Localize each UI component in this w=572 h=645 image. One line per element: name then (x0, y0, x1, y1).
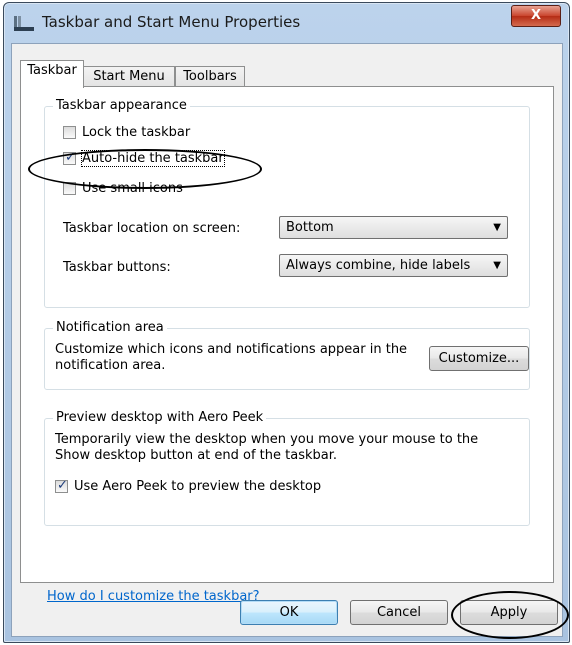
tab-toolbars[interactable]: Toolbars (175, 66, 245, 87)
taskbar-buttons-value: Always combine, hide labels (286, 258, 471, 273)
dialog-body: Taskbar Start Menu Toolbars Taskbar appe… (11, 43, 563, 637)
location-value: Bottom (286, 220, 334, 235)
taskbar-buttons-dropdown[interactable]: Always combine, hide labels ▼ (279, 254, 508, 277)
lock-taskbar-option[interactable]: Lock the taskbar (63, 123, 190, 141)
notification-area-title: Notification area (53, 320, 167, 335)
auto-hide-checkbox[interactable]: ✓ (63, 149, 76, 165)
aero-peek-title: Preview desktop with Aero Peek (53, 410, 267, 425)
tab-start-menu[interactable]: Start Menu (83, 66, 175, 87)
tab-toolbars-label: Toolbars (183, 69, 237, 84)
lock-taskbar-checkbox[interactable] (63, 125, 76, 139)
dropdown-arrow-icon: ▼ (493, 260, 501, 271)
window-title: Taskbar and Start Menu Properties (42, 13, 301, 31)
apply-button[interactable]: Apply (460, 600, 558, 625)
auto-hide-option[interactable]: ✓ Auto-hide the taskbar (63, 149, 225, 167)
tab-taskbar-label: Taskbar (27, 63, 77, 78)
customize-button[interactable]: Customize... (429, 346, 529, 371)
buttons-label: Taskbar buttons: (63, 260, 171, 275)
notification-description: Customize which icons and notifications … (55, 342, 408, 373)
location-dropdown[interactable]: Bottom ▼ (279, 216, 508, 239)
ok-button[interactable]: OK (240, 600, 338, 625)
cancel-button[interactable]: Cancel (350, 600, 448, 625)
checkmark-icon: ✓ (57, 477, 68, 493)
tab-start-menu-label: Start Menu (93, 69, 165, 84)
close-icon: X (530, 8, 542, 23)
aero-peek-option[interactable]: ✓ Use Aero Peek to preview the desktop (55, 477, 321, 495)
close-button[interactable]: X (511, 5, 561, 27)
lock-taskbar-label: Lock the taskbar (82, 124, 191, 140)
aero-peek-label: Use Aero Peek to preview the desktop (74, 478, 322, 494)
dropdown-arrow-icon: ▼ (493, 222, 501, 233)
tab-taskbar[interactable]: Taskbar (20, 60, 84, 88)
title-bar[interactable]: Taskbar and Start Menu Properties X (4, 3, 569, 43)
taskbar-tab-panel: Taskbar appearance Lock the taskbar ✓ Au… (20, 86, 554, 604)
taskbar-appearance-group: Taskbar appearance Lock the taskbar ✓ Au… (44, 98, 530, 308)
help-link[interactable]: How do I customize the taskbar? (47, 589, 260, 604)
checkmark-icon: ✓ (65, 149, 76, 165)
small-icons-option[interactable]: Use small icons (63, 179, 183, 197)
auto-hide-label: Auto-hide the taskbar (81, 149, 225, 167)
aero-peek-group: Preview desktop with Aero Peek Temporari… (44, 410, 530, 526)
properties-window: Taskbar and Start Menu Properties X Task… (3, 2, 570, 643)
taskbar-appearance-title: Taskbar appearance (53, 98, 190, 113)
notification-area-group: Notification area Customize which icons … (44, 320, 530, 390)
taskbar-app-icon (14, 16, 34, 31)
small-icons-label: Use small icons (82, 180, 183, 196)
location-label: Taskbar location on screen: (63, 221, 241, 236)
aero-peek-checkbox[interactable]: ✓ (55, 477, 68, 493)
aero-peek-description: Temporarily view the desktop when you mo… (55, 432, 479, 463)
small-icons-checkbox[interactable] (63, 181, 76, 195)
